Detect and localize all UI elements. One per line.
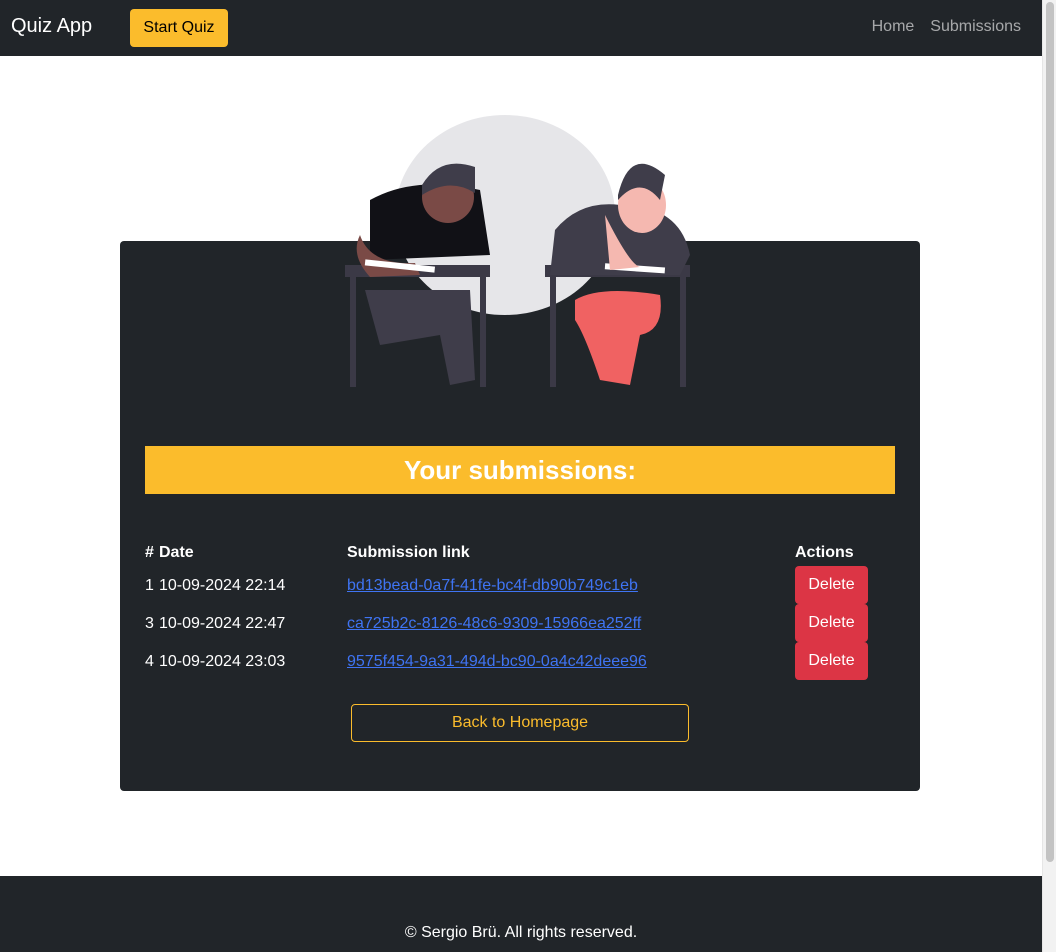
header-num: # [145,544,154,561]
delete-button[interactable]: Delete [795,604,868,642]
submission-link[interactable]: 9575f454-9a31-494d-bc90-0a4c42deee96 [347,653,647,671]
nav-home-link[interactable]: Home [872,18,915,36]
table-header: # Date Submission link Actions [145,544,895,566]
nav-submissions-link[interactable]: Submissions [930,18,1021,36]
back-to-homepage-button[interactable]: Back to Homepage [351,704,689,742]
header-date: Date [159,544,194,561]
delete-button[interactable]: Delete [795,566,868,604]
table-row: 4 10-09-2024 23:03 9575f454-9a31-494d-bc… [145,642,895,680]
table-row: 1 10-09-2024 22:14 bd13bead-0a7f-41fe-bc… [145,566,895,604]
submissions-banner: Your submissions: [145,446,895,494]
header-actions: Actions [795,544,854,561]
students-illustration [345,115,690,387]
row-num: 1 [145,577,154,594]
navbar: Quiz App Start Quiz Home Submissions [0,0,1042,56]
row-num: 4 [145,653,154,670]
start-quiz-button[interactable]: Start Quiz [130,9,228,47]
row-num: 3 [145,615,154,632]
footer: © Sergio Brü. All rights reserved. [0,876,1042,952]
submissions-table: # Date Submission link Actions 1 10-09-2… [145,544,895,680]
submission-link[interactable]: ca725b2c-8126-48c6-9309-15966ea252ff [347,615,641,633]
table-row: 3 10-09-2024 22:47 ca725b2c-8126-48c6-93… [145,604,895,642]
row-date: 10-09-2024 23:03 [159,653,286,670]
row-date: 10-09-2024 22:14 [159,577,286,594]
copyright-text: © Sergio Brü. All rights reserved. [404,924,638,941]
scrollbar[interactable] [1042,0,1056,952]
scrollbar-thumb[interactable] [1046,2,1054,862]
submission-link[interactable]: bd13bead-0a7f-41fe-bc4f-db90b749c1eb [347,577,638,595]
delete-button[interactable]: Delete [795,642,868,680]
header-link: Submission link [347,544,470,561]
row-date: 10-09-2024 22:47 [159,615,286,632]
man-figure [345,163,490,387]
nav-links: Home Submissions [872,18,1021,36]
brand-logo[interactable]: Quiz App [11,15,92,38]
